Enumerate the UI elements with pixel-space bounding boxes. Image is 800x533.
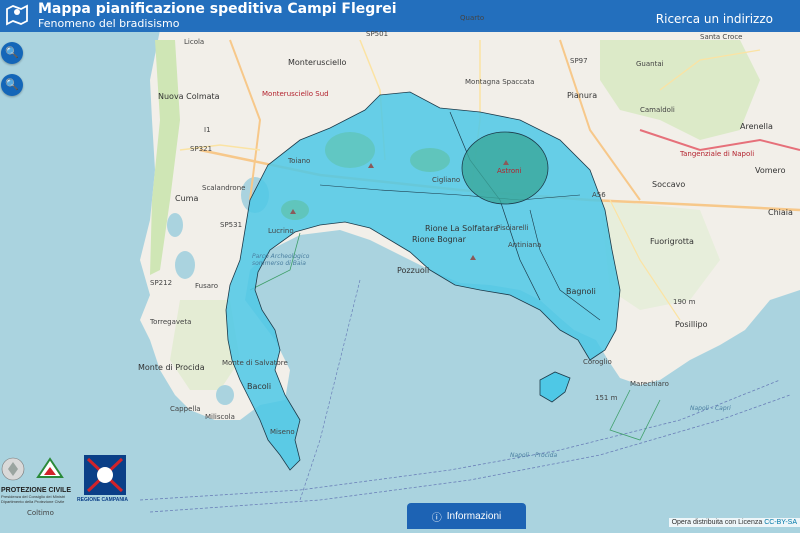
label-quarto: Quarto — [460, 14, 485, 22]
page-title: Mappa pianificazione speditiva Campi Fle… — [38, 1, 397, 17]
label-toiano: Toiano — [288, 157, 311, 165]
regione-campania-title: REGIONE CAMPANIA — [77, 497, 129, 503]
label-sp501: SP501 — [366, 30, 389, 38]
label-guantai: Guantai — [636, 60, 664, 68]
label-licola: Licola — [184, 38, 205, 46]
informazioni-button[interactable]: ⓘ Informazioni — [407, 503, 526, 529]
label-fusaro: Fusaro — [195, 282, 219, 290]
label-fuorigrotta: Fuorigrotta — [650, 237, 694, 246]
label-camaldoli: Camaldoli — [640, 106, 675, 114]
label-elev-190: 190 m — [673, 298, 696, 306]
label-napoli-procida: Napoli - Procida — [510, 452, 558, 459]
license-link[interactable]: CC-BY-SA — [764, 519, 797, 526]
label-elev-151: 151 m — [595, 394, 618, 402]
search-address-link[interactable]: Ricerca un indirizzo — [656, 12, 773, 26]
label-pozzuoli: Pozzuoli — [397, 266, 430, 275]
attribution-text: Opera distribuita con Licenza — [671, 519, 763, 526]
label-parco-archeologico: Parco Archeologico sommerso di Baia — [252, 253, 310, 267]
label-nuova-colmata: Nuova Colmata — [158, 92, 220, 101]
label-miseno: Miseno — [270, 428, 295, 436]
label-monterusciello: Monterusciello — [288, 58, 347, 67]
label-a56: A56 — [592, 191, 606, 199]
label-marechiaro: Marechiaro — [630, 380, 669, 388]
label-rione-solfatara: Rione La Solfatara — [425, 224, 499, 233]
page-subtitle: Fenomeno del bradisismo — [38, 17, 180, 30]
label-tangenziale: Tangenziale di Napoli — [680, 150, 755, 158]
label-vomero: Vomero — [755, 166, 786, 175]
label-cuma: Cuma — [175, 194, 199, 203]
search-minus-icon: 🔍 — [5, 79, 19, 91]
label-sp212: SP212 — [150, 279, 173, 287]
label-sp97: SP97 — [570, 57, 588, 65]
protezione-civile-subtitle: Presidenza del Consiglio dei Ministri Di… — [1, 494, 66, 504]
attribution: Opera distribuita con Licenza CC-BY-SA — [668, 518, 800, 527]
label-pianura: Pianura — [567, 91, 598, 100]
map-icon — [6, 4, 28, 26]
label-bagnoli: Bagnoli — [566, 287, 596, 296]
label-lucrino: Lucrino — [268, 227, 294, 235]
label-torregaveta: Torregaveta — [150, 318, 192, 326]
label-posillipo: Posillipo — [675, 320, 708, 329]
label-scalandrone: Scalandrone — [202, 184, 246, 192]
label-sp321: SP321 — [190, 145, 213, 153]
label-soccavo: Soccavo — [652, 180, 686, 189]
label-napoli-capri: Napoli - Capri — [690, 405, 731, 412]
zoom-out-button[interactable]: 🔍 — [1, 74, 23, 96]
label-cappella: Cappella — [170, 405, 201, 413]
label-montagna-spaccata: Montagna Spaccata — [465, 78, 535, 86]
label-pisciarelli: Pisciarelli — [496, 224, 529, 232]
label-sp531: SP531 — [220, 221, 243, 229]
protezione-civile-title: PROTEZIONE CIVILE — [1, 487, 72, 494]
info-circle-icon: ⓘ — [431, 512, 442, 524]
label-i1: I1 — [204, 126, 211, 134]
label-arenella: Arenella — [740, 122, 773, 131]
search-plus-icon: 🔍 — [5, 47, 19, 59]
label-bacoli: Bacoli — [247, 382, 272, 391]
informazioni-label: Informazioni — [446, 510, 502, 522]
label-rione-bognar: Rione Bognar — [412, 235, 466, 244]
label-antiniana: Antiniana — [508, 241, 542, 249]
header-bar: Mappa pianificazione speditiva Campi Fle… — [0, 0, 800, 32]
label-chiaia: Chiaia — [768, 208, 793, 217]
zoom-in-button[interactable]: 🔍 — [1, 42, 23, 64]
label-astroni: Astroni — [497, 167, 522, 175]
label-miliscola: Miliscola — [205, 413, 235, 421]
label-monterusciello-sud: Monterusciello Sud — [262, 90, 329, 98]
label-coroglio: Coroglio — [583, 358, 612, 366]
label-monte-di-procida: Monte di Procida — [138, 363, 205, 372]
label-santa-croce: Santa Croce — [700, 33, 743, 41]
label-monte-salvatore: Monte di Salvatore — [222, 359, 288, 367]
label-cigliano: Cigliano — [432, 176, 461, 184]
